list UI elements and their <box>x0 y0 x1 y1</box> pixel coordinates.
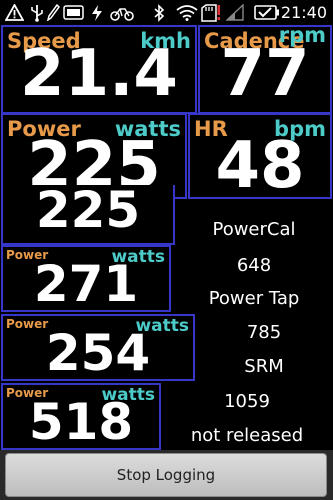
wifi-icon <box>176 3 198 22</box>
sensor-tile-power-tap: Power watts 271 <box>1 245 171 312</box>
speed-tile: Speed kmh 21.4 <box>1 25 197 114</box>
sensor-tile-powercal: 225 <box>1 185 175 245</box>
sensor-value: 225 <box>35 185 141 239</box>
stop-logging-button[interactable]: Stop Logging <box>5 453 327 497</box>
flash-icon <box>90 3 104 22</box>
hr-value: 48 <box>215 129 305 199</box>
signal-icon <box>226 3 244 22</box>
button-bar: Stop Logging <box>0 450 333 500</box>
speed-value: 21.4 <box>20 37 178 111</box>
usb-warning-icon <box>4 3 24 22</box>
sensor-name: PowerCal <box>212 219 296 240</box>
sensor-name: not released <box>190 425 304 446</box>
battery-small-icon <box>62 3 84 22</box>
sensor-name: Power Tap <box>208 288 300 309</box>
hr-tile: HR bpm 48 <box>188 113 332 199</box>
sensor-reading: 1059 <box>224 391 270 412</box>
sd-card-alert-icon <box>200 3 222 22</box>
sensor-value: 271 <box>33 255 139 312</box>
bicycle-icon <box>110 3 134 22</box>
sensor-tile-not-released: Power watts 518 <box>1 383 161 450</box>
sensor-reading: 648 <box>236 255 272 276</box>
sensor-value: 254 <box>45 324 151 381</box>
sensor-name: SRM <box>244 356 284 377</box>
pencil-icon <box>46 3 60 22</box>
clock: 21:40 <box>280 3 327 22</box>
cadence-tile: Cadence rpm 77 <box>198 25 332 114</box>
sensor-reading: 785 <box>246 322 282 343</box>
status-bar: 21:40 <box>0 0 333 25</box>
cadence-value: 77 <box>220 37 310 111</box>
usb-icon <box>28 3 46 22</box>
battery-icon <box>254 3 280 22</box>
sensor-value: 518 <box>28 393 134 450</box>
bluetooth-icon <box>152 3 166 22</box>
sensor-tile-srm: Power watts 254 <box>1 314 195 381</box>
